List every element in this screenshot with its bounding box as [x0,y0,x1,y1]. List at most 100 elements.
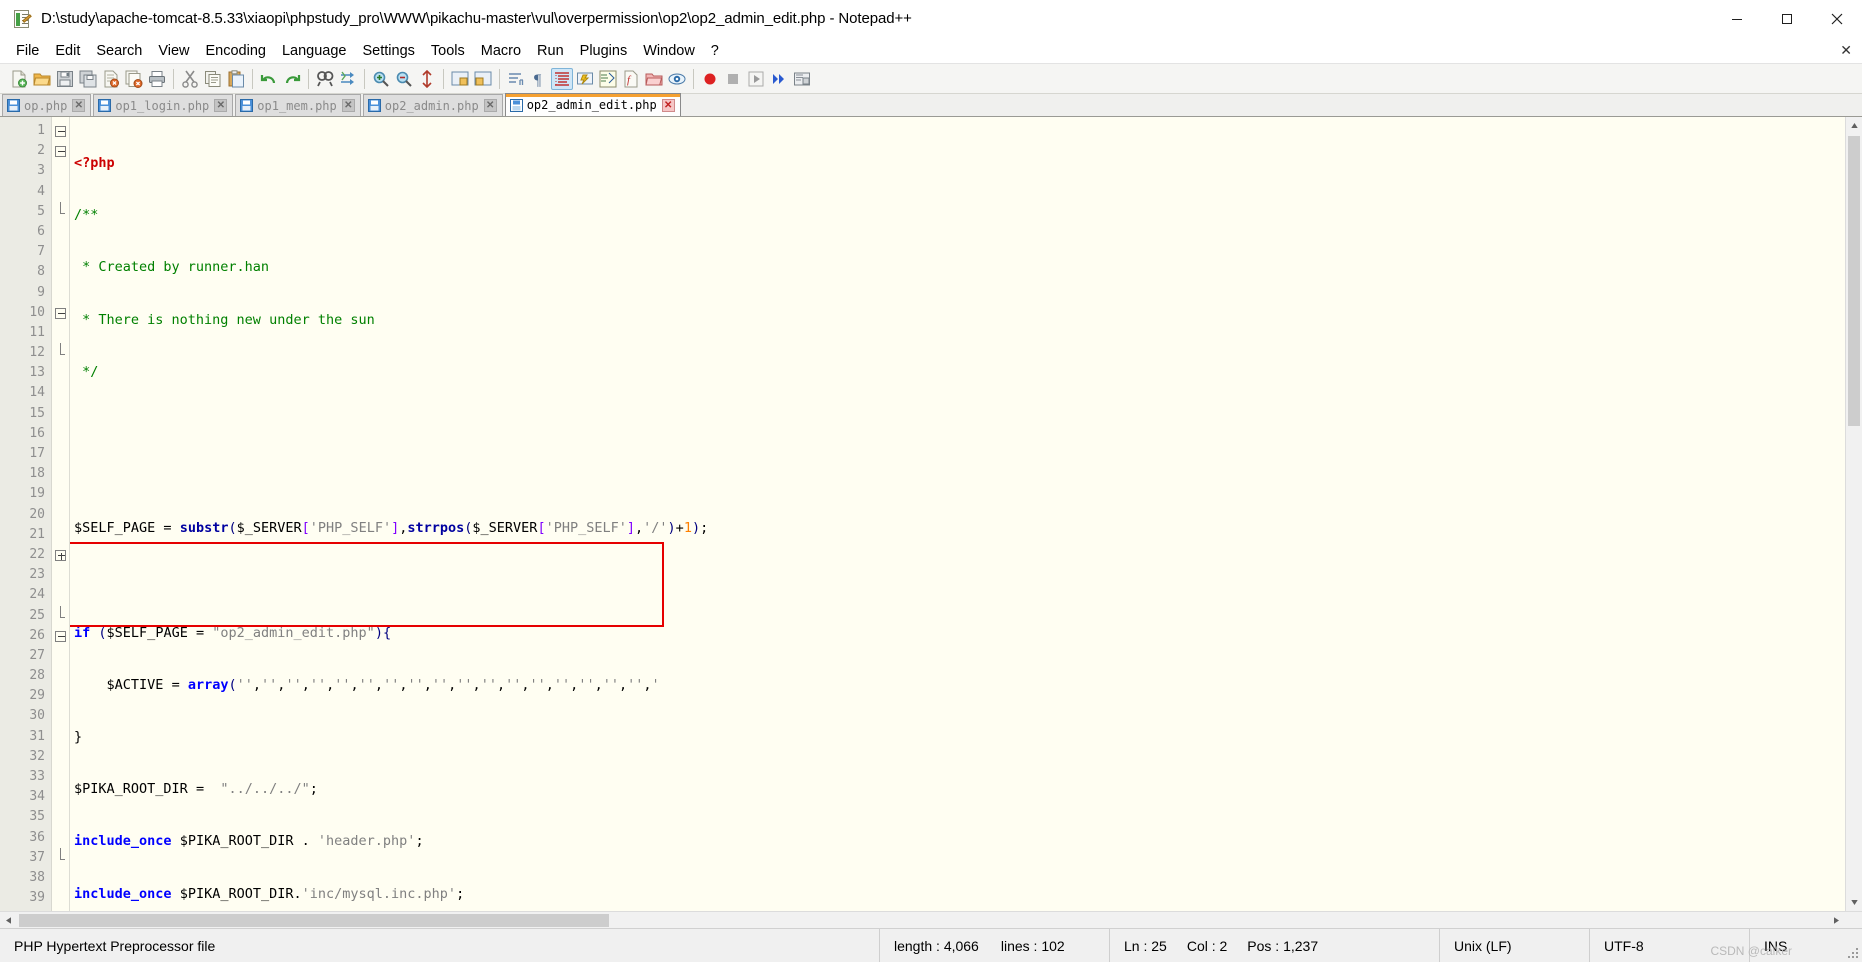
tab-op2-admin-php[interactable]: op2_admin.php ✕ [362,94,503,116]
code-line-4: * There is nothing new under the sun [70,310,1845,330]
new-file-icon[interactable] [8,68,30,90]
minimize-button[interactable] [1712,0,1762,38]
fold-marker-line26[interactable] [52,626,69,646]
code-folding-margin[interactable] [52,117,70,911]
tab-op1-mem-php[interactable]: op1_mem.php ✕ [235,94,361,116]
tab-close-icon[interactable]: ✕ [341,99,355,112]
function-list-icon[interactable]: f [620,68,642,90]
fold-collapse-icon[interactable] [55,126,66,137]
tab-op2-admin-edit-php[interactable]: op2_admin_edit.php ✕ [504,93,681,116]
fold-collapse-icon[interactable] [55,307,66,319]
replace-icon[interactable] [337,68,359,90]
menu-help[interactable]: ? [703,40,727,62]
menu-window[interactable]: Window [635,40,703,62]
tab-close-icon[interactable]: ✕ [661,98,675,112]
zoom-out-icon[interactable] [393,68,415,90]
menu-search[interactable]: Search [88,40,150,62]
show-all-chars-icon[interactable] [505,68,527,90]
line-number: 21 [29,526,45,542]
paste-icon[interactable] [225,68,247,90]
menu-edit[interactable]: Edit [47,40,88,62]
code-line-10: if ($SELF_PAGE = "op2_admin_edit.php"){ [74,624,392,641]
close-document-button[interactable]: ✕ [1840,42,1852,59]
menu-view[interactable]: View [150,40,197,62]
horizontal-scroll-thumb[interactable] [19,913,609,927]
pilcrow-icon[interactable]: ¶ [528,68,550,90]
document-tab-bar: op.php ✕ op1_login.php ✕ op1_mem.php ✕ o… [0,93,1862,117]
folder-as-workspace-icon[interactable] [643,68,665,90]
stop-macro-icon[interactable] [722,68,744,90]
zoom-in-icon[interactable] [370,68,392,90]
save-icon[interactable] [54,68,76,90]
menu-file[interactable]: File [8,40,47,62]
fold-tail-icon [60,605,65,618]
menu-encoding[interactable]: Encoding [198,40,274,62]
horizontal-scrollbar[interactable] [0,911,1862,929]
tab-close-icon[interactable]: ✕ [483,99,497,112]
find-icon[interactable] [314,68,336,90]
play-macro-icon[interactable] [745,68,767,90]
close-all-files-icon[interactable] [123,68,145,90]
monitoring-icon[interactable] [666,68,688,90]
tab-label: op1_mem.php [257,98,337,113]
scroll-left-arrow-icon[interactable] [0,911,17,929]
save-all-icon[interactable] [77,68,99,90]
sync-scroll-v-icon[interactable] [416,68,438,90]
vertical-scroll-thumb[interactable] [1848,136,1860,426]
line-number: 18 [29,466,45,482]
scroll-right-arrow-icon[interactable] [1828,911,1845,929]
fold-tail-icon [60,201,65,214]
redo-icon[interactable] [281,68,303,90]
scroll-up-arrow-icon[interactable] [1846,117,1862,134]
code-token: } [74,729,83,746]
cut-icon[interactable] [179,68,201,90]
fold-collapse-icon[interactable] [55,630,66,642]
status-encoding[interactable]: UTF-8 [1590,929,1750,962]
fold-marker-line1[interactable] [52,121,69,141]
indent-guide-icon[interactable] [551,67,573,90]
horizontal-scroll-track[interactable] [17,912,1828,929]
tab-close-icon[interactable]: ✕ [72,99,86,112]
save-macro-icon[interactable] [791,68,813,90]
fold-marker-line10[interactable] [52,303,69,323]
line-number: 10 [29,304,45,320]
sync-scroll-h-icon[interactable] [449,68,471,90]
word-wrap-icon[interactable] [472,68,494,90]
maximize-button[interactable] [1762,0,1812,38]
close-button[interactable] [1812,0,1862,38]
fold-expand-icon[interactable] [55,549,66,561]
open-file-icon[interactable] [31,68,53,90]
run-macro-multiple-icon[interactable] [768,68,790,90]
undo-icon[interactable] [258,68,280,90]
status-col-label: Col : 2 [1186,937,1228,954]
line-number: 12 [29,345,45,361]
document-map-icon[interactable] [597,68,619,90]
print-icon[interactable] [146,68,168,90]
line-number: 20 [29,506,45,522]
copy-icon[interactable] [202,68,224,90]
code-text-area[interactable]: <?php /** * Created by runner.han * Ther… [70,117,1845,911]
line-number: 15 [29,405,45,421]
menu-run[interactable]: Run [529,40,572,62]
menu-tools[interactable]: Tools [423,40,473,62]
menu-language[interactable]: Language [274,40,355,62]
vertical-scrollbar[interactable] [1845,117,1862,911]
menu-plugins[interactable]: Plugins [572,40,636,62]
tab-op-php[interactable]: op.php ✕ [2,94,92,116]
fold-collapse-icon[interactable] [55,146,66,158]
menu-macro[interactable]: Macro [473,40,529,62]
editor-area[interactable]: 1 2 3 4 5 6 7 8 9 10 11 12 13 14 15 16 1… [0,117,1862,911]
menu-settings[interactable]: Settings [354,40,422,62]
tab-op1-login-php[interactable]: op1_login.php ✕ [93,94,234,116]
scroll-down-arrow-icon[interactable] [1846,894,1862,911]
record-macro-icon[interactable] [699,68,721,90]
fold-marker-line22[interactable] [52,545,69,565]
status-eol-format[interactable]: Unix (LF) [1440,929,1590,962]
close-file-icon[interactable] [100,68,122,90]
user-define-dialog-icon[interactable] [574,68,596,90]
resize-grip-icon[interactable] [1846,946,1860,960]
fold-marker-line2[interactable] [52,141,69,161]
tab-close-icon[interactable]: ✕ [214,99,228,112]
